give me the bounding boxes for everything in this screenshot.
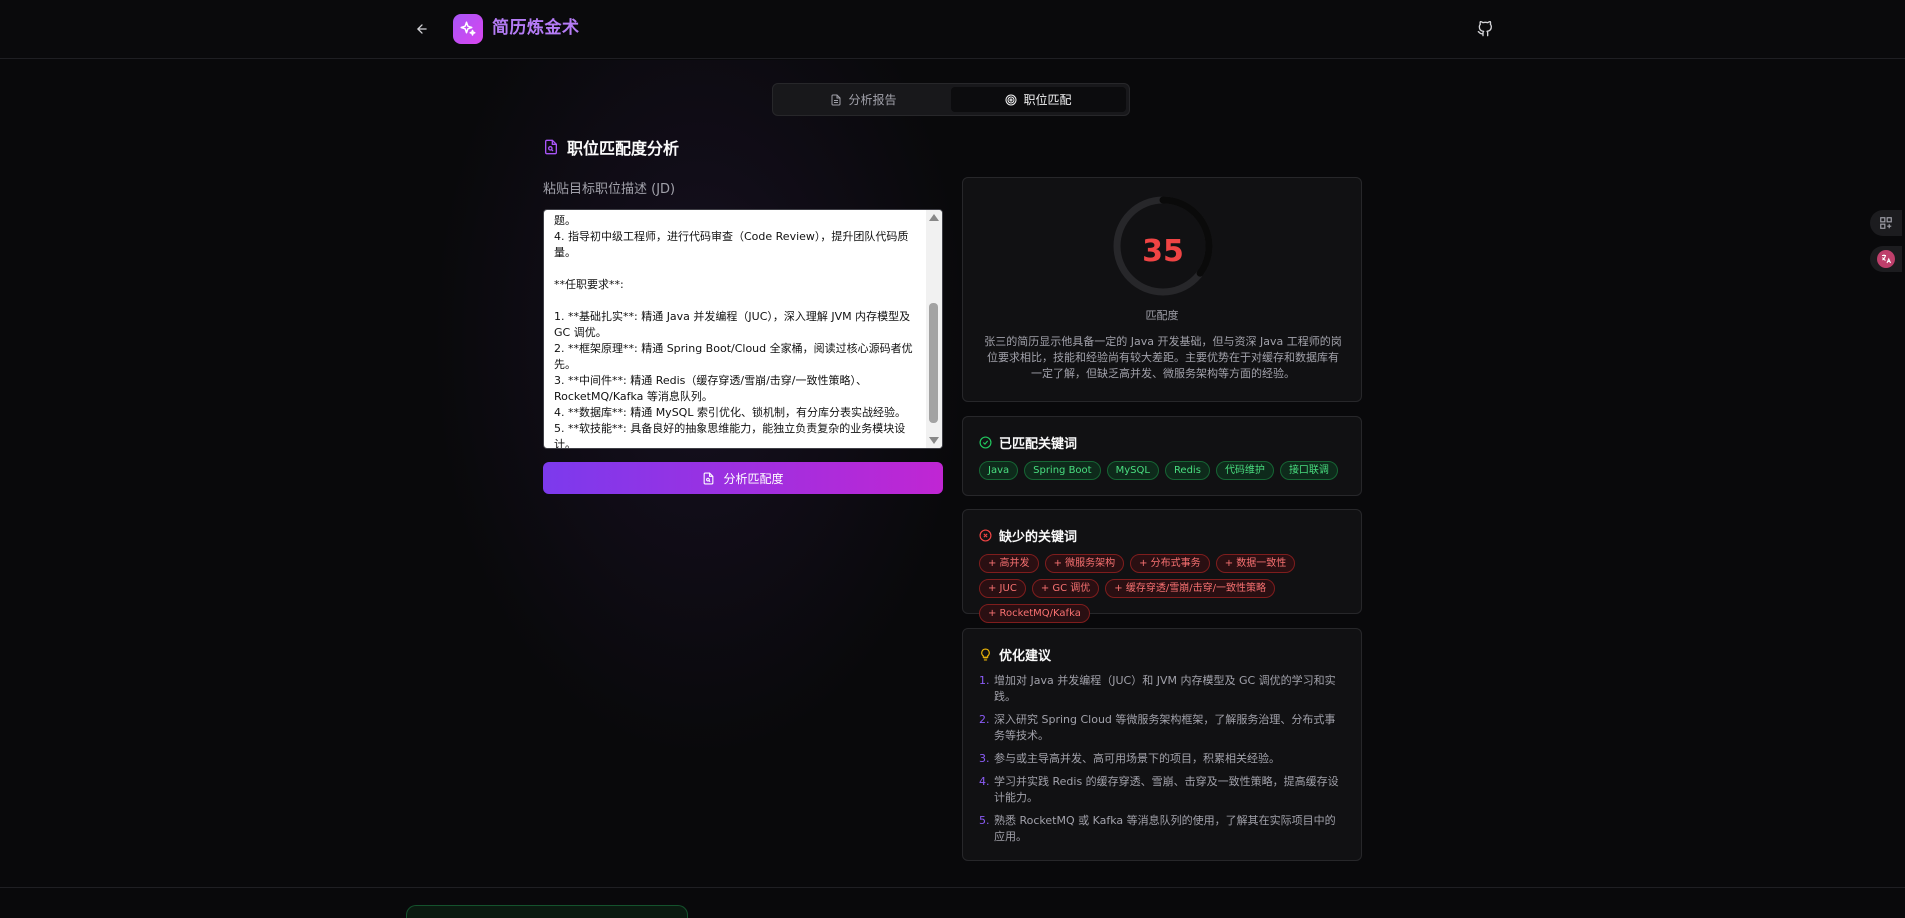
keyword-tag: + 数据一致性 (1215, 554, 1296, 573)
score-ring: 35 (1111, 194, 1215, 298)
tab-analysis-report[interactable]: 分析报告 (776, 87, 951, 112)
keyword-tag: MySQL (1106, 461, 1159, 480)
score-description: 张三的简历显示他具备一定的 Java 开发基础，但与资深 Java 工程师的岗位… (984, 335, 1342, 380)
keyword-tag: Redis (1164, 461, 1210, 480)
app-logo[interactable] (453, 14, 483, 44)
keyword-tag: + 分布式事务 (1130, 554, 1210, 573)
jd-textarea[interactable]: 题。 4. 指导初中级工程师，进行代码审查（Code Review），提升团队代… (543, 209, 943, 449)
side-widget-translate[interactable] (1870, 246, 1902, 272)
tab-label: 分析报告 (848, 93, 897, 107)
keyword-tag: Spring Boot (1024, 461, 1101, 480)
match-score-card: 35 匹配度 张三的简历显示他具备一定的 Java 开发基础，但与资深 Java… (962, 177, 1362, 402)
file-text-icon (831, 94, 841, 105)
advice-item-text: 深入研究 Spring Cloud 等微服务架构框架，了解服务治理、分布式事务等… (994, 713, 1336, 742)
advice-item-number: 5. (979, 814, 990, 827)
lightbulb-icon (981, 648, 990, 661)
side-widget-apps[interactable] (1870, 210, 1902, 236)
advice-item: 5. 熟悉 RocketMQ 或 Kafka 等消息队列的使用，了解其在实际项目中… (979, 813, 1345, 845)
arrow-left-icon (417, 24, 427, 34)
advice-item-text: 熟悉 RocketMQ 或 Kafka 等消息队列的使用，了解其在实际项目中的应… (994, 814, 1336, 843)
advice-item-number: 3. (979, 752, 990, 765)
missing-title-text: 缺少的关键词 (999, 530, 1078, 545)
keyword-tag: + 缓存穿透/雪崩/击穿/一致性策略 (1105, 579, 1275, 598)
back-button[interactable] (410, 17, 434, 41)
analyze-match-button[interactable]: 分析匹配度 (543, 462, 943, 494)
check-circle-icon (979, 436, 992, 449)
keyword-tag: + RocketMQ/Kafka (979, 604, 1090, 623)
keyword-tag: 代码维护 (1215, 461, 1274, 480)
github-link[interactable] (1474, 18, 1496, 40)
app-title: 简历炼金术 (492, 18, 580, 38)
sparkles-icon (460, 21, 476, 36)
section-title-text: 职位匹配度分析 (567, 139, 680, 158)
keyword-tag: Java (979, 461, 1019, 480)
missing-keyword-list: + 高并发 + 微服务架构 + 分布式事务 + 数据一致性 + JUC + GC 调优 + … (979, 554, 1347, 623)
matched-keyword-list: Java Spring Boot MySQL Redis 代码维护 接口联调 (979, 461, 1347, 480)
footer-divider (0, 887, 1905, 888)
top-bar: 简历炼金术 (0, 0, 1905, 59)
scroll-down-arrow-icon[interactable] (929, 437, 939, 444)
translate-icon (1877, 250, 1895, 268)
jd-scrollbar[interactable] (926, 210, 942, 448)
file-search-icon (704, 472, 714, 484)
x-circle-icon (979, 529, 992, 542)
advice-item: 2. 深入研究 Spring Cloud 等微服务架构框架，了解服务治理、分布式事… (979, 712, 1345, 744)
keyword-tag: + 高并发 (979, 554, 1039, 573)
advice-item-number: 1. (979, 674, 990, 687)
jd-text-content[interactable]: 题。 4. 指导初中级工程师，进行代码审查（Code Review），提升团队代… (544, 210, 926, 448)
scroll-thumb[interactable] (929, 303, 938, 423)
score-label: 匹配度 (1145, 309, 1179, 322)
advice-item-number: 2. (979, 713, 990, 726)
advice-item: 4. 学习并实践 Redis 的缓存穿透、雪崩、击穿及一致性策略，提高缓存设计能力… (979, 774, 1345, 806)
footer-element (406, 905, 688, 918)
view-tabs: 分析报告 职位匹配 (772, 83, 1130, 116)
tab-job-match[interactable]: 职位匹配 (951, 87, 1126, 112)
file-search-icon (545, 139, 557, 155)
matched-keywords-title: 已匹配关键词 (979, 433, 1077, 452)
advice-title: 优化建议 (979, 645, 1051, 664)
advice-item-number: 4. (979, 775, 990, 788)
section-title: 职位匹配度分析 (543, 135, 679, 159)
advice-item: 1. 增加对 Java 并发编程（JUC）和 JVM 内存模型及 GC 调优的学习… (979, 673, 1345, 705)
matched-title-text: 已匹配关键词 (999, 437, 1078, 452)
apps-grid-icon (1880, 217, 1892, 229)
keyword-tag: + JUC (979, 579, 1026, 598)
missing-keywords-card: 缺少的关键词 + 高并发 + 微服务架构 + 分布式事务 + 数据一致性 + JUC + … (962, 509, 1362, 623)
keyword-tag: + GC 调优 (1031, 579, 1100, 598)
advice-item-text: 增加对 Java 并发编程（JUC）和 JVM 内存模型及 GC 调优的学习和实… (994, 674, 1336, 703)
keyword-tag: 接口联调 (1279, 461, 1338, 480)
tab-label: 职位匹配 (1023, 93, 1072, 107)
advice-list: 1. 增加对 Java 并发编程（JUC）和 JVM 内存模型及 GC 调优的学习… (979, 673, 1345, 852)
github-icon (1477, 21, 1492, 37)
target-icon (1005, 94, 1017, 105)
matched-keywords-card: 已匹配关键词 Java Spring Boot MySQL Redis 代码维护 接口联调 (962, 416, 1362, 496)
keyword-tag: + 微服务架构 (1044, 554, 1125, 573)
optimization-advice-card: 优化建议 1. 增加对 Java 并发编程（JUC）和 JVM 内存模型及 GC … (962, 628, 1362, 861)
jd-input-label: 粘贴目标职位描述 (JD) (543, 182, 676, 197)
score-value: 35 (1142, 234, 1184, 269)
analyze-button-label: 分析匹配度 (723, 471, 784, 486)
missing-keywords-title: 缺少的关键词 (979, 526, 1077, 545)
scroll-up-arrow-icon[interactable] (929, 214, 939, 221)
advice-title-text: 优化建议 (999, 649, 1052, 664)
advice-item-text: 学习并实践 Redis 的缓存穿透、雪崩、击穿及一致性策略，提高缓存设计能力。 (994, 775, 1339, 804)
advice-item: 3. 参与或主导高并发、高可用场景下的项目，积累相关经验。 (979, 751, 1345, 767)
advice-item-text: 参与或主导高并发、高可用场景下的项目，积累相关经验。 (994, 752, 1280, 765)
